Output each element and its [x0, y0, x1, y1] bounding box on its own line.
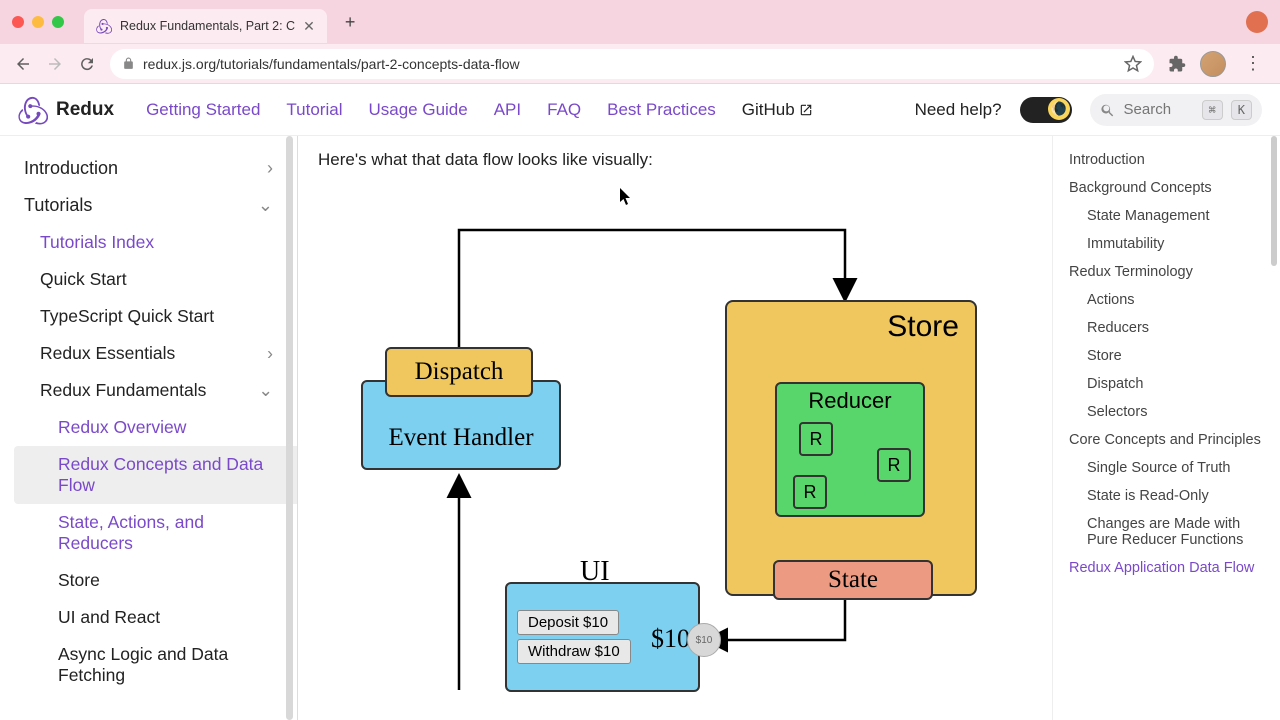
- browser-tab-bar: Redux Fundamentals, Part 2: C ✕ +: [0, 0, 1280, 44]
- brand-text: Redux: [56, 99, 114, 121]
- sidebar-item-store[interactable]: Store: [14, 562, 297, 599]
- diagram-reducer-box: Reducer R R R: [775, 382, 925, 517]
- sidebar-item-ts-quick-start[interactable]: TypeScript Quick Start: [14, 298, 297, 335]
- toc-core[interactable]: Core Concepts and Principles: [1069, 426, 1272, 454]
- address-bar[interactable]: redux.js.org/tutorials/fundamentals/part…: [110, 49, 1154, 79]
- diagram-withdraw-button: Withdraw $10: [517, 639, 631, 664]
- close-window-button[interactable]: [12, 16, 24, 28]
- sidebar-item-introduction[interactable]: Introduction›: [14, 150, 297, 187]
- sidebar-item-tutorials[interactable]: Tutorials⌄: [14, 187, 297, 224]
- profile-avatar[interactable]: [1200, 51, 1226, 77]
- url-text: redux.js.org/tutorials/fundamentals/part…: [143, 56, 1116, 72]
- extensions-icon[interactable]: [1168, 55, 1186, 73]
- toc-actions[interactable]: Actions: [1069, 286, 1272, 314]
- toc-readonly[interactable]: State is Read-Only: [1069, 482, 1272, 510]
- back-button[interactable]: [14, 55, 32, 73]
- new-tab-button[interactable]: +: [337, 12, 364, 33]
- maximize-window-button[interactable]: [52, 16, 64, 28]
- sidebar-item-sar[interactable]: State, Actions, and Reducers: [14, 504, 297, 562]
- site-logo[interactable]: Redux: [18, 95, 114, 125]
- sidebar-item-async[interactable]: Async Logic and Data Fetching: [14, 636, 297, 694]
- diagram-r-node: R: [793, 475, 827, 509]
- sidebar-item-essentials[interactable]: Redux Essentials›: [14, 335, 297, 372]
- browser-tab[interactable]: Redux Fundamentals, Part 2: C ✕: [84, 9, 327, 43]
- tab-title: Redux Fundamentals, Part 2: C: [120, 19, 295, 33]
- diagram-r-node: R: [799, 422, 833, 456]
- diagram-deposit-button: Deposit $10: [517, 610, 619, 635]
- redux-favicon-icon: [96, 18, 112, 34]
- data-flow-diagram: Store Event Handler Dispatch Reducer R R…: [325, 190, 1025, 710]
- intro-text: Here's what that data flow looks like vi…: [318, 150, 1032, 170]
- chevron-right-icon: ›: [267, 343, 273, 364]
- toc-selectors[interactable]: Selectors: [1069, 398, 1272, 426]
- nav-github[interactable]: GitHub: [742, 100, 813, 120]
- diagram-payload-bubble: $10: [687, 623, 721, 657]
- chevron-right-icon: ›: [267, 158, 273, 179]
- toc-reducers[interactable]: Reducers: [1069, 314, 1272, 342]
- sidebar-nav: Introduction› Tutorials⌄ Tutorials Index…: [0, 136, 298, 720]
- sidebar-item-quick-start[interactable]: Quick Start: [14, 261, 297, 298]
- diagram-state-box: State: [773, 560, 933, 600]
- minimize-window-button[interactable]: [32, 16, 44, 28]
- search-icon: [1100, 102, 1116, 118]
- toc-introduction[interactable]: Introduction: [1069, 146, 1272, 174]
- close-tab-button[interactable]: ✕: [303, 18, 315, 35]
- nav-api[interactable]: API: [494, 100, 521, 120]
- browser-menu-button[interactable]: ⋮: [1240, 53, 1266, 74]
- diagram-ui-box: Deposit $10 Withdraw $10 $10: [505, 582, 700, 692]
- profile-badge[interactable]: [1246, 11, 1268, 33]
- toc-immutability[interactable]: Immutability: [1069, 230, 1272, 258]
- diagram-dispatch-box: Dispatch: [385, 347, 533, 397]
- diagram-balance-text: $10: [651, 624, 690, 654]
- kbd-cmd: ⌘: [1202, 100, 1223, 120]
- toc-store[interactable]: Store: [1069, 342, 1272, 370]
- sidebar-item-tutorials-index[interactable]: Tutorials Index: [14, 224, 297, 261]
- toc-background[interactable]: Background Concepts: [1069, 174, 1272, 202]
- bookmark-star-icon[interactable]: [1124, 55, 1142, 73]
- external-link-icon: [799, 103, 813, 117]
- nav-tutorial[interactable]: Tutorial: [286, 100, 342, 120]
- sidebar-item-concepts[interactable]: Redux Concepts and Data Flow: [14, 446, 297, 504]
- toc-app-data-flow[interactable]: Redux Application Data Flow: [1069, 554, 1272, 582]
- lock-icon: [122, 57, 135, 70]
- toc-terminology[interactable]: Redux Terminology: [1069, 258, 1272, 286]
- kbd-k: K: [1231, 100, 1252, 120]
- sidebar-item-fundamentals[interactable]: Redux Fundamentals⌄: [14, 372, 297, 409]
- sidebar-item-ui-react[interactable]: UI and React: [14, 599, 297, 636]
- nav-faq[interactable]: FAQ: [547, 100, 581, 120]
- forward-button[interactable]: [46, 55, 64, 73]
- search-input[interactable]: [1124, 101, 1194, 118]
- nav-best-practices[interactable]: Best Practices: [607, 100, 716, 120]
- primary-nav: Getting Started Tutorial Usage Guide API…: [146, 100, 813, 120]
- search-box[interactable]: ⌘ K: [1090, 94, 1262, 126]
- nav-need-help[interactable]: Need help?: [915, 100, 1002, 120]
- browser-toolbar: redux.js.org/tutorials/fundamentals/part…: [0, 44, 1280, 84]
- redux-logo-icon: [18, 95, 48, 125]
- toc-single-source[interactable]: Single Source of Truth: [1069, 454, 1272, 482]
- toc-dispatch[interactable]: Dispatch: [1069, 370, 1272, 398]
- nav-getting-started[interactable]: Getting Started: [146, 100, 260, 120]
- diagram-r-node: R: [877, 448, 911, 482]
- nav-usage-guide[interactable]: Usage Guide: [368, 100, 467, 120]
- window-controls: [12, 16, 74, 28]
- table-of-contents: Introduction Background Concepts State M…: [1052, 136, 1280, 720]
- theme-toggle[interactable]: [1020, 97, 1072, 123]
- main-content: Here's what that data flow looks like vi…: [298, 136, 1052, 720]
- toc-state-mgmt[interactable]: State Management: [1069, 202, 1272, 230]
- toc-pure-reducer[interactable]: Changes are Made with Pure Reducer Funct…: [1069, 510, 1272, 554]
- chevron-down-icon: ⌄: [258, 380, 273, 401]
- site-header: Redux Getting Started Tutorial Usage Gui…: [0, 84, 1280, 136]
- reload-button[interactable]: [78, 55, 96, 73]
- chevron-down-icon: ⌄: [258, 195, 273, 216]
- sidebar-item-overview[interactable]: Redux Overview: [14, 409, 297, 446]
